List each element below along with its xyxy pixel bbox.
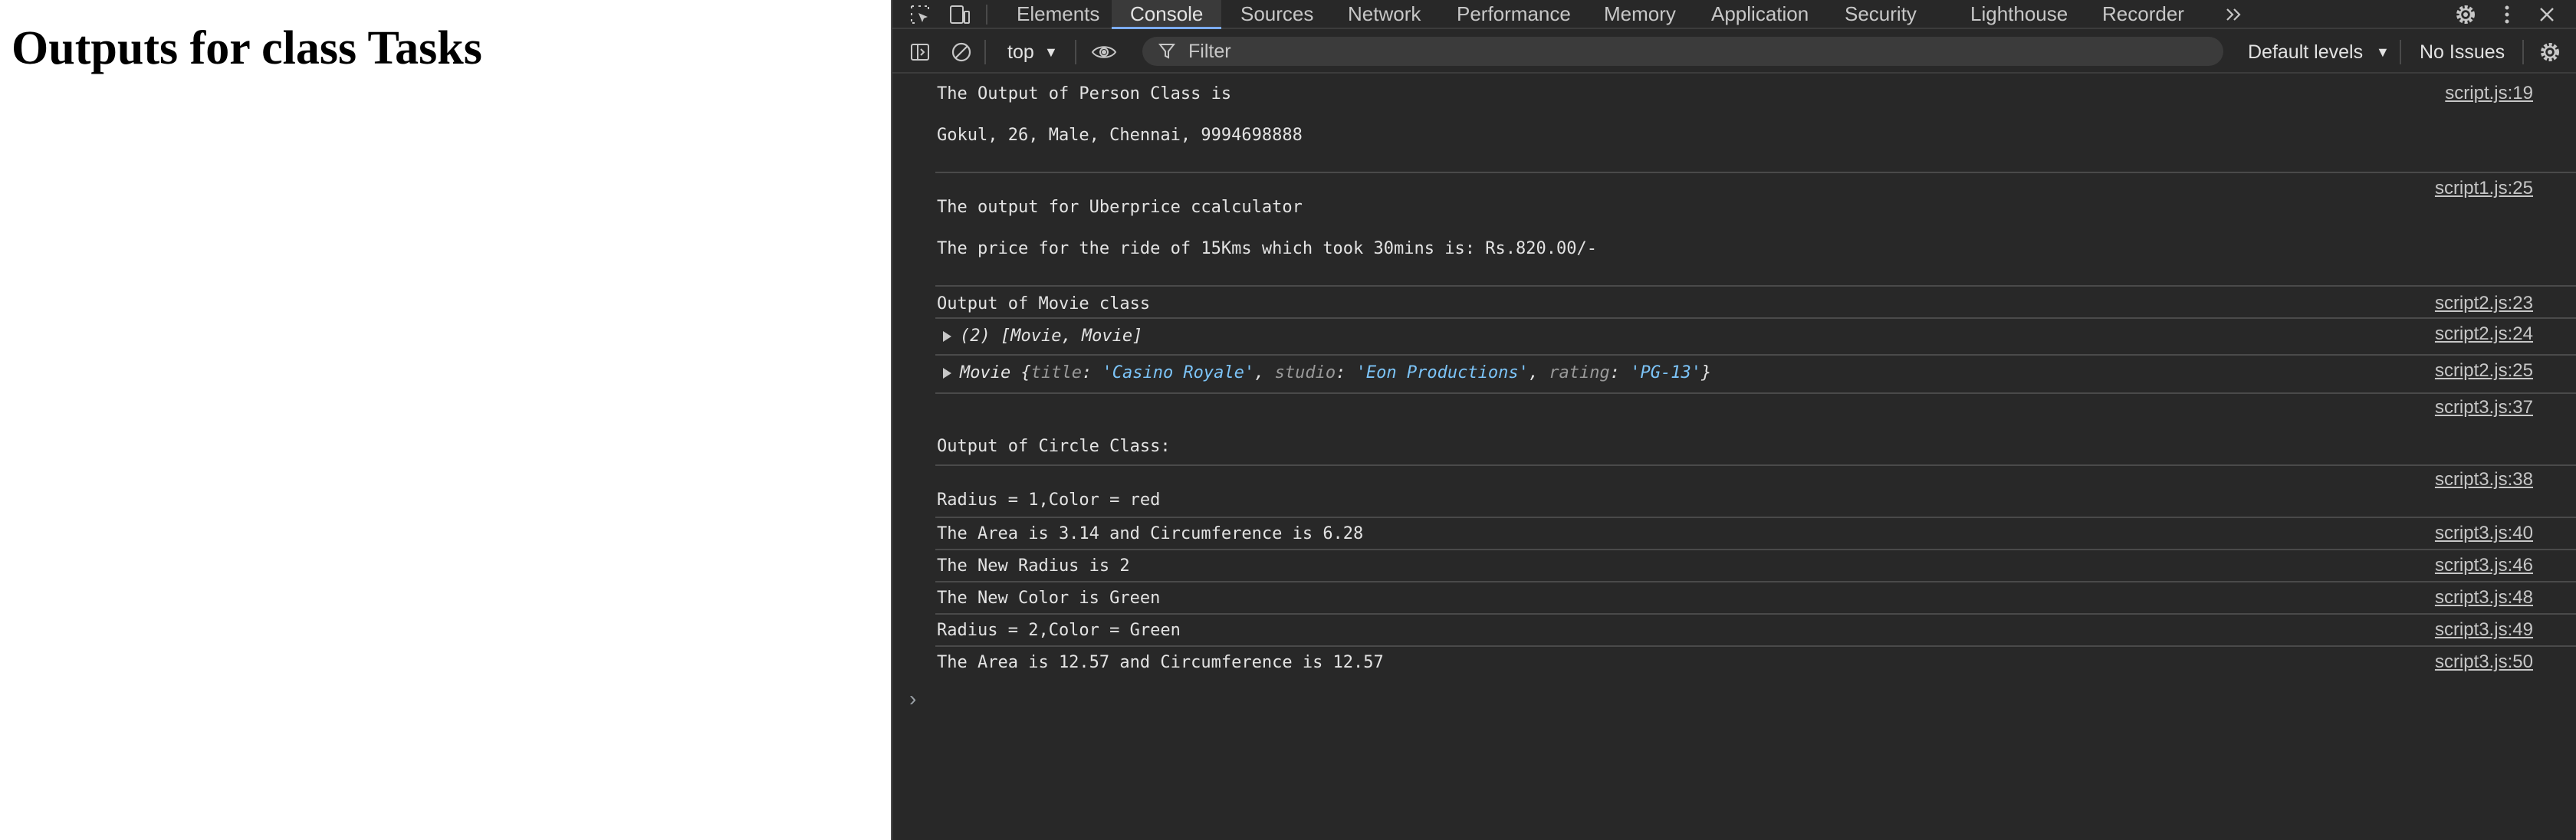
console-message-text: Radius = 2,Color = Green (937, 621, 1181, 640)
console-prompt-chevron-icon[interactable]: › (909, 687, 916, 711)
log-levels-dropdown[interactable]: Default levels (2248, 31, 2363, 74)
web-page: Outputs for class Tasks (0, 0, 891, 840)
console-message-text: The Area is 12.57 and Circumference is 1… (937, 653, 1384, 672)
console-message-text: The New Radius is 2 (937, 556, 1130, 576)
console-toolbar: top ▼ Default levels ▼ No Issues (892, 31, 2576, 74)
console-source-link[interactable]: script3.js:46 (2435, 555, 2533, 576)
console-source-link[interactable]: script3.js:50 (2435, 651, 2533, 673)
console-message-text: The Area is 3.14 and Circumference is 6.… (937, 524, 1364, 543)
tab-console[interactable]: Console (1112, 0, 1222, 29)
console-source-link[interactable]: script3.js:49 (2435, 619, 2533, 641)
console-source-link[interactable]: script3.js:48 (2435, 587, 2533, 609)
object-value: 'Eon Productions' (1355, 363, 1529, 382)
levels-dropdown-icon[interactable]: ▼ (2376, 31, 2390, 74)
tab-memory[interactable]: Memory (1604, 0, 1676, 29)
devtools-tab-bar: Elements Console Sources Network Perform… (892, 0, 2576, 29)
object-key: title (1030, 363, 1082, 382)
clear-console-icon[interactable] (945, 31, 978, 74)
expand-arrow-icon[interactable] (943, 368, 951, 379)
console-output: The Output of Person Class is Gokul, 26,… (892, 75, 2576, 840)
console-source-link[interactable]: script3.js:37 (2435, 397, 2533, 418)
inspect-element-icon[interactable] (903, 0, 937, 29)
console-message: The New Color is Green script3.js:48 (892, 587, 2533, 613)
console-message-text: Output of Movie class (937, 294, 1151, 313)
console-message-text: The Output of Person Class is (937, 84, 1232, 103)
devtools-panel: Elements Console Sources Network Perform… (891, 0, 2576, 840)
page-heading: Outputs for class Tasks (12, 22, 482, 74)
settings-gear-icon[interactable] (2449, 0, 2482, 29)
console-message: Output of Movie class script2.js:23 (892, 291, 2533, 317)
console-message: Radius = 1,Color = red script3.js:38 (892, 469, 2533, 515)
console-message-text: Gokul, 26, Male, Chennai, 9994698888 (937, 126, 1303, 145)
object-value: 'PG-13' (1630, 363, 1702, 382)
more-tabs-icon[interactable] (2217, 0, 2251, 29)
tab-performance[interactable]: Performance (1457, 0, 1571, 29)
object-value: 'Casino Royale' (1102, 363, 1255, 382)
more-options-icon[interactable] (2490, 0, 2524, 29)
console-message: The output for Uberprice ccalculator The… (892, 178, 2533, 277)
filter-box (1142, 37, 2223, 66)
execution-context-selector[interactable]: top (1007, 31, 1034, 74)
console-source-link[interactable]: script3.js:40 (2435, 523, 2533, 544)
console-message: The Area is 12.57 and Circumference is 1… (892, 651, 2533, 678)
console-message-text: Output of Circle Class: (937, 437, 1171, 456)
console-source-link[interactable]: script3.js:38 (2435, 469, 2533, 491)
device-toolbar-icon[interactable] (943, 0, 977, 29)
tab-elements[interactable]: Elements (1017, 0, 1099, 29)
tab-security[interactable]: Security (1845, 0, 1917, 29)
tab-network[interactable]: Network (1348, 0, 1421, 29)
console-object-preview[interactable]: Movie {title: 'Casino Royale', studio: '… (960, 363, 1711, 382)
issues-counter[interactable]: No Issues (2420, 31, 2505, 74)
object-key: studio (1274, 363, 1336, 382)
console-message: The Area is 3.14 and Circumference is 6.… (892, 523, 2533, 549)
show-sidebar-icon[interactable] (903, 31, 937, 74)
console-message[interactable]: Movie {title: 'Casino Royale', studio: '… (892, 360, 2533, 389)
filter-funnel-icon (1158, 41, 1176, 65)
console-message-text: The output for Uberprice ccalculator (937, 198, 1303, 217)
object-class-name: Movie (960, 363, 1011, 382)
live-expression-eye-icon[interactable] (1087, 31, 1121, 74)
console-message: Radius = 2,Color = Green script3.js:49 (892, 619, 2533, 645)
console-message-text: The price for the ride of 15Kms which to… (937, 239, 1597, 258)
console-source-link[interactable]: script.js:19 (2445, 83, 2533, 104)
console-source-link[interactable]: script2.js:23 (2435, 293, 2533, 314)
console-message-text: Radius = 1,Color = red (937, 491, 1161, 510)
tab-lighthouse[interactable]: Lighthouse (1970, 0, 2068, 29)
console-source-link[interactable]: script1.js:25 (2435, 178, 2533, 199)
tab-application[interactable]: Application (1711, 0, 1809, 29)
tab-recorder[interactable]: Recorder (2102, 0, 2184, 29)
console-settings-gear-icon[interactable] (2533, 31, 2567, 74)
expand-arrow-icon[interactable] (943, 331, 951, 342)
console-source-link[interactable]: script2.js:25 (2435, 360, 2533, 382)
console-array-preview[interactable]: (2) [Movie, Movie] (960, 326, 1142, 346)
console-message: The New Radius is 2 script3.js:46 (892, 555, 2533, 581)
object-key: rating (1549, 363, 1610, 382)
context-dropdown-icon[interactable]: ▼ (1044, 31, 1058, 74)
console-message: The Output of Person Class is Gokul, 26,… (892, 83, 2533, 167)
console-message: Output of Circle Class: script3.js:37 (892, 397, 2533, 461)
filter-input[interactable] (1188, 37, 2185, 66)
tab-sources[interactable]: Sources (1240, 0, 1313, 29)
console-message-text: The New Color is Green (937, 589, 1161, 608)
console-message[interactable]: (2) [Movie, Movie] script2.js:24 (892, 323, 2533, 353)
console-source-link[interactable]: script2.js:24 (2435, 323, 2533, 345)
close-devtools-icon[interactable] (2530, 0, 2564, 29)
